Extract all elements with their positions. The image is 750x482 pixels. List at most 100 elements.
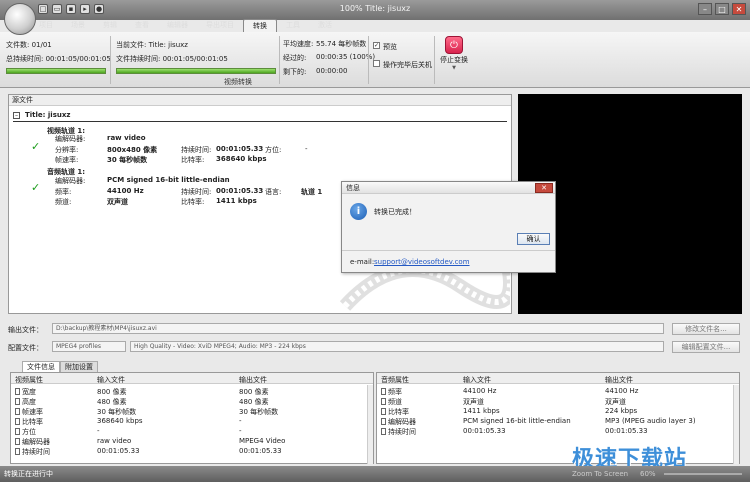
email-label: e-mail: <box>350 258 375 266</box>
column-header: 输出文件 <box>239 376 267 384</box>
video-info-table: 视频属性 输入文件 输出文件 宽度 800 像素 800 像素 高度 480 像… <box>10 372 374 464</box>
window-controls: – □ ✕ <box>698 3 746 15</box>
resolution: 800x480 像素 <box>107 146 158 154</box>
edit-profile-button[interactable]: 编辑配置文件... <box>672 341 740 353</box>
info-dialog: 信息 ✕ i 转换已完成！ 确认 e-mail: support@videoso… <box>341 181 556 273</box>
table-cell: raw video <box>97 437 132 445</box>
remaining-value: 00:00:00 <box>316 67 348 75</box>
table-cell: 480 像素 <box>239 398 269 406</box>
ribbon-panel: 文件数: 01/01 总持续时间: 00:01:05/00:01:05 当前文件… <box>0 32 750 88</box>
freq-label: 频率: <box>55 188 72 196</box>
language-label: 语言: <box>265 188 282 196</box>
tab-export[interactable]: 导出项目 <box>197 19 243 32</box>
zoom-value: 60% <box>640 470 656 478</box>
document-icon <box>381 418 386 425</box>
profile-detail-select[interactable]: High Quality - Video: XviD MPEG4; Audio:… <box>130 341 664 352</box>
close-icon[interactable]: ✕ <box>732 3 746 15</box>
table-row: 宽度 <box>15 387 36 397</box>
column-header: 视频属性 <box>15 376 43 384</box>
table-cell: 00:01:05.33 <box>463 427 506 435</box>
table-row: 比特率 <box>15 417 43 427</box>
table-row: 编解码器 <box>381 417 416 427</box>
tab-edit[interactable]: 剪辑 <box>94 19 126 32</box>
framerate: 30 每秒帧数 <box>107 156 148 164</box>
audio-duration-label: 持续时间: <box>181 188 212 196</box>
video-codec: raw video <box>107 134 146 142</box>
remaining-label: 剩下的: <box>283 68 307 76</box>
file-count: 文件数: 01/01 <box>6 41 52 49</box>
table-cell: MP3 (MPEG audio layer 3) <box>605 417 696 425</box>
table-cell: - <box>239 427 242 435</box>
shutdown-checkbox[interactable] <box>373 60 380 67</box>
dialog-close-icon[interactable]: ✕ <box>535 183 553 193</box>
stop-convert-label: 停止变换 <box>440 56 468 64</box>
tab-file-info[interactable]: 文件信息 <box>22 361 60 372</box>
table-row: 持续时间 <box>15 447 50 457</box>
tab-activate[interactable]: 激活 <box>309 19 341 32</box>
zoom-slider[interactable] <box>664 473 742 475</box>
tab-convert[interactable]: 转换 <box>243 19 277 32</box>
tab-extra-settings[interactable]: 附加设置 <box>60 361 98 372</box>
table-cell: 00:01:05.33 <box>239 447 282 455</box>
avg-speed-label: 平均速度: <box>283 40 314 48</box>
orientation: - <box>305 145 308 153</box>
config-label: 配置文件： <box>8 344 43 352</box>
video-duration-label: 持续时间: <box>181 146 212 154</box>
output-file-field[interactable]: D:\backup\教程素材\MP4\jisuxz.avi <box>52 323 664 334</box>
current-file: 当前文件: Title: jisuxz <box>116 41 188 49</box>
scrollbar[interactable] <box>367 385 373 464</box>
source-title: Title: jisuxz <box>25 111 71 119</box>
table-cell: PCM signed 16-bit little-endian <box>463 417 571 425</box>
profile-select[interactable]: MPEG4 profiles <box>52 341 126 352</box>
ribbon-separator <box>368 36 369 84</box>
source-header: 源文件 <box>9 95 511 106</box>
email-link[interactable]: support@videosoftdev.com <box>374 258 470 266</box>
elapsed-label: 经过的: <box>283 54 307 62</box>
ribbon-tabs: 项目 场景 剪辑 查看 编辑器 导出项目 转换 工具 激活 <box>30 19 341 32</box>
document-icon <box>15 388 20 395</box>
ribbon-separator <box>110 36 111 84</box>
document-icon <box>15 428 20 435</box>
table-cell: 44100 Hz <box>463 387 497 395</box>
table-cell: 224 kbps <box>605 407 638 415</box>
maximize-icon[interactable]: □ <box>715 3 729 15</box>
orientation-label: 方位: <box>265 146 282 154</box>
table-cell: 双声道 <box>463 398 484 406</box>
zoom-label[interactable]: Zoom To Screen <box>572 466 628 482</box>
table-row: 比特率 <box>381 407 409 417</box>
minimize-icon[interactable]: – <box>698 3 712 15</box>
video-duration: 00:01:05.33 <box>216 145 264 153</box>
total-duration: 总持续时间: 00:01:05/00:01:05 <box>6 55 111 63</box>
document-icon <box>15 438 20 445</box>
rename-button[interactable]: 修改文件名... <box>672 323 740 335</box>
table-cell: 30 每秒帧数 <box>97 408 137 416</box>
title-divider <box>13 121 507 122</box>
document-icon <box>381 388 386 395</box>
window-title: 100% Title: jisuxz <box>339 4 411 13</box>
table-cell: 30 每秒帧数 <box>239 408 279 416</box>
table-header <box>377 373 739 384</box>
table-cell: 368640 kbps <box>97 417 143 425</box>
app-logo-icon[interactable] <box>4 3 36 35</box>
table-row: 高度 <box>15 397 36 407</box>
framerate-label: 帧速率: <box>55 156 79 164</box>
table-row: 频率 <box>381 387 402 397</box>
video-codec-label: 编解码器: <box>55 135 86 143</box>
tab-scene[interactable]: 场景 <box>62 19 94 32</box>
total-progress-bar <box>6 68 106 74</box>
preview-checkbox[interactable]: ✓ <box>373 42 380 49</box>
column-header: 输出文件 <box>605 376 633 384</box>
table-cell: 800 像素 <box>239 388 269 396</box>
tab-view[interactable]: 查看 <box>126 19 158 32</box>
collapse-icon[interactable]: – <box>13 112 20 119</box>
dialog-ok-button[interactable]: 确认 <box>517 233 550 245</box>
tab-editor[interactable]: 编辑器 <box>158 19 197 32</box>
stop-convert-button[interactable]: ⏻ 停止变换 ▼ <box>436 34 472 78</box>
scrollbar[interactable] <box>733 385 739 464</box>
column-header: 输入文件 <box>97 376 125 384</box>
tab-tools[interactable]: 工具 <box>277 19 309 32</box>
document-icon <box>15 448 20 455</box>
audio-codec-label: 编解码器: <box>55 177 86 185</box>
table-cell: - <box>239 417 242 425</box>
column-header: 输入文件 <box>463 376 491 384</box>
